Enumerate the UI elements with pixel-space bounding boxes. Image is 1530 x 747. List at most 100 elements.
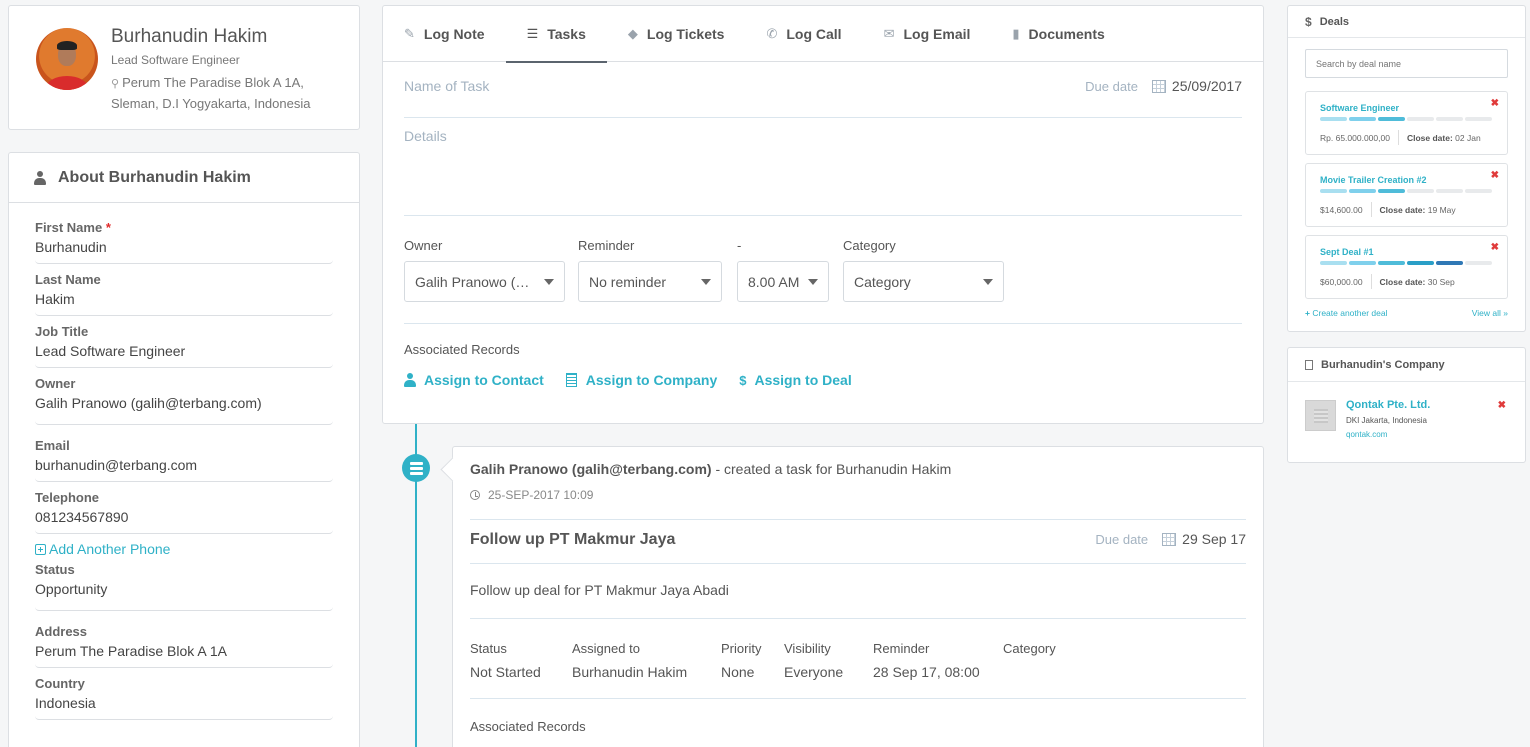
edit-icon: ✎ — [404, 26, 415, 41]
divider — [470, 698, 1246, 699]
tab-log-call[interactable]: ✆ Log Call — [745, 6, 862, 62]
stage-segment-complete — [1378, 117, 1405, 121]
owner-group: Owner Galih Pranowo (… — [404, 238, 565, 302]
deal-card[interactable]: Software Engineer ✖ Rp. 65.000.000,00 Cl… — [1305, 91, 1508, 155]
phone-icon: ✆ — [766, 26, 778, 41]
stage-segment-complete — [1349, 189, 1376, 193]
time-select[interactable]: 8.00 AM — [737, 261, 829, 302]
reminder-group: Reminder No reminder — [578, 238, 722, 302]
map-pin-icon: ⚲ — [111, 78, 120, 90]
task-due-date: Due date 29 Sep 17 — [1095, 531, 1246, 547]
deals-panel: $ Deals Software Engineer ✖ Rp. 65.000.0… — [1287, 5, 1526, 332]
tasks-icon: ☰ — [526, 26, 539, 41]
deal-name[interactable]: Software Engineer — [1320, 103, 1399, 113]
stage-segment-pending — [1436, 189, 1463, 193]
divider — [470, 519, 1246, 520]
caret-down-icon — [701, 278, 711, 285]
stage-segment-pending — [1465, 189, 1492, 193]
meta-visibility: Visibility Everyone — [784, 641, 844, 680]
profile-card: Burhanudin Hakim Lead Software Engineer … — [8, 5, 360, 130]
field-last-name[interactable]: Last Name Hakim — [35, 271, 333, 316]
field-status[interactable]: Status Opportunity — [35, 561, 333, 611]
deal-stage-bar — [1320, 117, 1492, 121]
reminder-select[interactable]: No reminder — [578, 261, 722, 302]
task-timeline-icon — [402, 454, 430, 482]
field-country[interactable]: Country Indonesia — [35, 675, 333, 720]
tab-log-email[interactable]: ✉ Log Email — [863, 6, 992, 62]
stage-segment-complete — [1378, 189, 1405, 193]
deals-header: $ Deals — [1288, 6, 1525, 38]
field-telephone[interactable]: Telephone 081234567890 — [35, 489, 333, 534]
activity-header: Galih Pranowo (galih@terbang.com) - crea… — [470, 461, 952, 477]
dollar-icon: $ — [1305, 14, 1312, 29]
category-group: Category Category — [843, 238, 1004, 302]
deal-close-date: 19 May — [1427, 204, 1456, 215]
envelope-icon: ✉ — [883, 26, 895, 41]
stage-segment-complete — [1320, 117, 1347, 121]
plus-square-icon — [35, 543, 46, 555]
deal-name[interactable]: Sept Deal #1 — [1320, 247, 1374, 257]
view-all-deals-link[interactable]: View all » — [1472, 308, 1508, 318]
stage-segment-pending — [1465, 117, 1492, 121]
task-name-input[interactable]: Name of Task — [404, 78, 489, 94]
field-job-title[interactable]: Job Title Lead Software Engineer — [35, 323, 333, 368]
stage-segment-pending — [1436, 117, 1463, 121]
profile-job-title: Lead Software Engineer — [111, 53, 240, 67]
remove-icon[interactable]: ✖ — [1491, 242, 1499, 253]
associated-records-links: Assign to Contact Assign to Company $ As… — [404, 372, 852, 388]
associated-records-label: Associated Records — [404, 342, 520, 357]
remove-icon[interactable]: ✖ — [1498, 400, 1506, 411]
details-input[interactable]: Details — [404, 128, 1242, 216]
company-name[interactable]: Qontak Pte. Ltd. — [1346, 399, 1430, 411]
caret-down-icon — [983, 278, 993, 285]
stage-segment-pending — [1407, 117, 1434, 121]
deal-name[interactable]: Movie Trailer Creation #2 — [1320, 175, 1427, 185]
dollar-icon: $ — [739, 372, 747, 388]
activity-tabs: ✎ Log Note ☰ Tasks ◆ Log Tickets ✆ Log Call … — [383, 6, 1263, 63]
company-header: Burhanudin's Company — [1288, 348, 1525, 382]
remove-icon[interactable]: ✖ — [1491, 98, 1499, 109]
meta-priority: Priority None — [721, 641, 762, 680]
deal-stage-bar — [1320, 261, 1492, 265]
tab-documents[interactable]: ▮ Documents — [991, 6, 1125, 62]
assign-deal-link[interactable]: $ Assign to Deal — [739, 372, 851, 388]
deal-amount: Rp. 65.000.000,00 — [1320, 132, 1390, 143]
task-description: Follow up deal for PT Makmur Jaya Abadi — [470, 582, 729, 598]
field-first-name[interactable]: First Name * Burhanudin — [35, 219, 333, 264]
user-icon — [34, 170, 46, 185]
field-owner[interactable]: Owner Galih Pranowo (galih@terbang.com) — [35, 375, 333, 425]
associated-records-label: Associated Records — [470, 719, 586, 734]
company-website[interactable]: qontak.com — [1346, 430, 1387, 439]
assign-company-link[interactable]: Assign to Company — [565, 372, 717, 388]
task-meta: Status Not Started Assigned to Burhanudin … — [470, 641, 1103, 680]
activity-actor: Galih Pranowo (galih@terbang.com) — [470, 461, 712, 477]
stage-segment-complete — [1407, 261, 1434, 265]
owner-select[interactable]: Galih Pranowo (… — [404, 261, 565, 302]
stage-segment-pending — [1465, 261, 1492, 265]
required-marker: * — [105, 220, 111, 235]
deal-search-input[interactable] — [1305, 49, 1508, 78]
due-date-picker[interactable]: Due date 25/09/2017 — [1085, 78, 1242, 94]
deal-card[interactable]: Movie Trailer Creation #2 ✖ $14,600.00 C… — [1305, 163, 1508, 227]
tab-log-note[interactable]: ✎ Log Note — [383, 6, 506, 62]
task-title: Follow up PT Makmur Jaya — [470, 531, 676, 548]
task-composer: ✎ Log Note ☰ Tasks ◆ Log Tickets ✆ Log Call … — [382, 5, 1264, 424]
field-address[interactable]: Address Perum The Paradise Blok A 1A — [35, 623, 333, 668]
caret-down-icon — [544, 278, 554, 285]
remove-icon[interactable]: ✖ — [1491, 170, 1499, 181]
tab-log-tickets[interactable]: ◆ Log Tickets — [607, 6, 746, 62]
meta-assigned-to: Assigned to Burhanudin Hakim — [572, 641, 688, 680]
field-email[interactable]: Email burhanudin@terbang.com — [35, 437, 333, 482]
create-deal-link[interactable]: + Create another deal — [1305, 308, 1387, 318]
about-card: About Burhanudin Hakim First Name * Burh… — [8, 152, 360, 747]
meta-reminder: Reminder 28 Sep 17, 08:00 — [873, 641, 980, 680]
deal-card[interactable]: Sept Deal #1 ✖ $60,000.00 Close date: 30… — [1305, 235, 1508, 299]
avatar — [36, 28, 98, 90]
category-select[interactable]: Category — [843, 261, 1004, 302]
company-logo — [1305, 400, 1336, 431]
stage-segment-pending — [1407, 189, 1434, 193]
add-phone-link[interactable]: Add Another Phone — [35, 534, 333, 561]
tab-tasks[interactable]: ☰ Tasks — [505, 6, 608, 63]
building-icon — [565, 373, 577, 387]
assign-contact-link[interactable]: Assign to Contact — [404, 372, 544, 388]
